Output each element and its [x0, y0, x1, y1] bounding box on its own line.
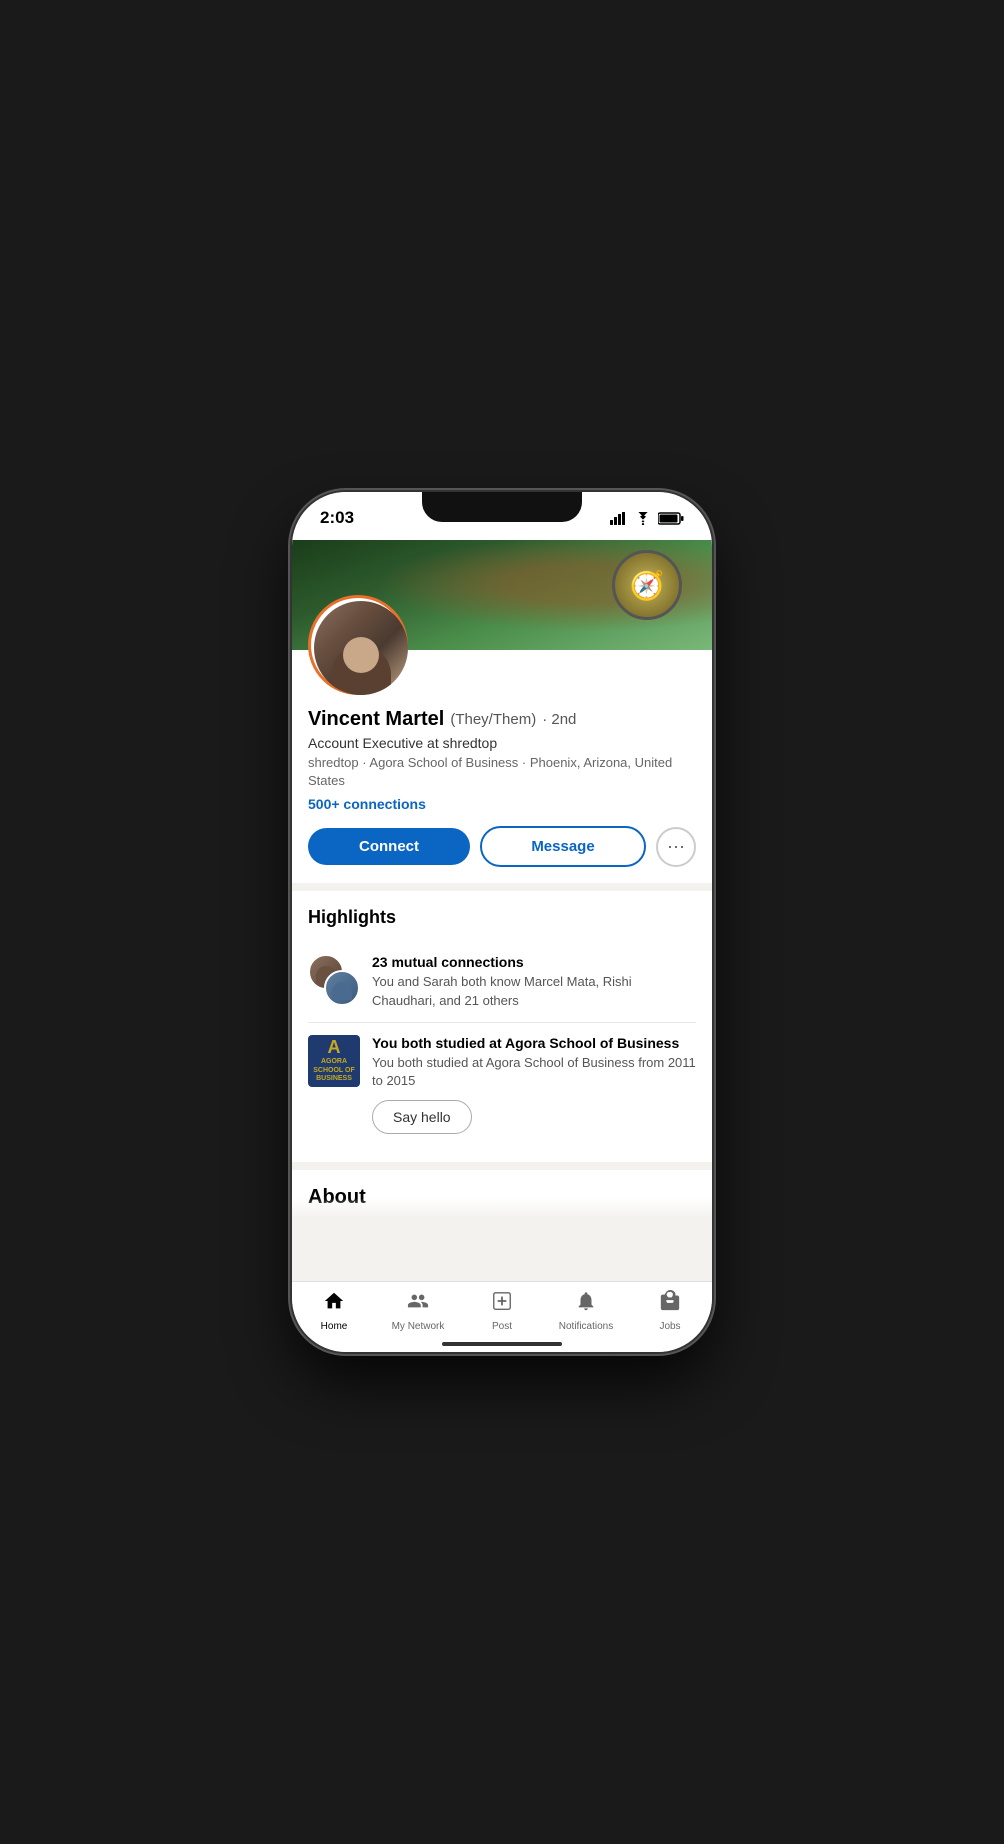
about-title: About [308, 1186, 696, 1209]
profile-pronouns: (They/Them) [450, 711, 536, 728]
post-label: Post [492, 1321, 512, 1332]
avatar[interactable] [314, 601, 408, 695]
network-label: My Network [392, 1321, 445, 1332]
connections-link[interactable]: 500+ connections [308, 796, 696, 812]
jobs-icon [659, 1290, 681, 1318]
highlights-title: Highlights [308, 907, 696, 928]
nav-network[interactable]: My Network [376, 1290, 460, 1332]
school-content: You both studied at Agora School of Busi… [372, 1035, 696, 1134]
profile-title: Account Executive at shredtop [308, 735, 696, 751]
profile-degree: · 2nd [542, 711, 576, 728]
school-logo-text: AGORASCHOOL OFBUSINESS [313, 1058, 354, 1083]
mutual-content: 23 mutual connections You and Sarah both… [372, 954, 696, 1009]
message-button[interactable]: Message [480, 826, 646, 867]
notifications-icon [575, 1290, 597, 1318]
wifi-icon [634, 512, 652, 525]
status-icons [610, 512, 684, 525]
signal-icon [610, 512, 628, 525]
profile-name-line: Vincent Martel (They/Them) · 2nd [308, 708, 696, 731]
avatar-ring [308, 595, 408, 695]
nav-notifications[interactable]: Notifications [544, 1290, 628, 1332]
school-logo-letter: A [328, 1038, 341, 1056]
highlights-section: Highlights 23 mutual connections You and… [292, 891, 712, 1162]
home-label: Home [321, 1321, 348, 1332]
mutual-avatars [308, 954, 360, 1006]
phone-frame: 2:03 [292, 492, 712, 1352]
profile-meta: shredtop · Agora School of Business · Ph… [308, 754, 696, 790]
mutual-desc: You and Sarah both know Marcel Mata, Ris… [372, 973, 696, 1009]
action-buttons: Connect Message ··· [308, 826, 696, 867]
screen: 2:03 [292, 492, 712, 1352]
school-item: A AGORASCHOOL OFBUSINESS You both studie… [308, 1023, 696, 1146]
notifications-label: Notifications [559, 1321, 613, 1332]
more-icon: ··· [667, 836, 685, 857]
nav-home[interactable]: Home [292, 1290, 376, 1332]
notch [422, 492, 582, 522]
status-time: 2:03 [320, 508, 354, 528]
post-icon [491, 1290, 513, 1318]
school-logo: A AGORASCHOOL OFBUSINESS [308, 1035, 360, 1087]
profile-name: Vincent Martel [308, 708, 444, 731]
school-desc: You both studied at Agora School of Busi… [372, 1054, 696, 1090]
nav-jobs[interactable]: Jobs [628, 1290, 712, 1332]
profile-avatar-area [292, 595, 712, 700]
nav-post[interactable]: Post [460, 1290, 544, 1332]
jobs-label: Jobs [659, 1321, 680, 1332]
connect-button[interactable]: Connect [308, 828, 470, 865]
scrollable-content[interactable]: 🧭 Vincent Martel (They/Them) · 2nd Accou [292, 540, 712, 1282]
home-indicator [442, 1342, 562, 1346]
mutual-avatar-2 [324, 970, 360, 1006]
battery-icon [658, 512, 684, 525]
profile-info: Vincent Martel (They/Them) · 2nd Account… [292, 700, 712, 883]
mutual-title: 23 mutual connections [372, 954, 696, 970]
mutual-connections-item: 23 mutual connections You and Sarah both… [308, 942, 696, 1022]
home-icon [323, 1290, 345, 1318]
about-section: About [292, 1170, 712, 1218]
profile-section: 🧭 Vincent Martel (They/Them) · 2nd Accou [292, 540, 712, 883]
network-icon [407, 1290, 429, 1318]
say-hello-button[interactable]: Say hello [372, 1100, 472, 1134]
more-button[interactable]: ··· [656, 827, 696, 867]
school-title: You both studied at Agora School of Busi… [372, 1035, 696, 1051]
